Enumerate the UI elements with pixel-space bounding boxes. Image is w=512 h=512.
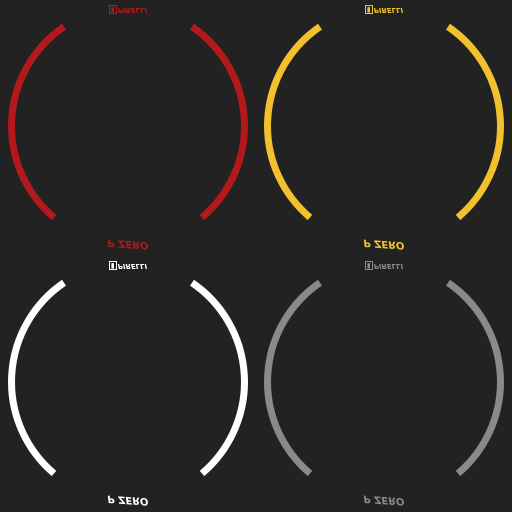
left-arc: [8, 279, 66, 477]
brand-logo-top: ▮ PIRELLI: [364, 4, 404, 15]
sidewall-arcs: [8, 23, 248, 221]
tire-variant-yellow: ▮ PIRELLI P ZERO: [256, 0, 512, 256]
sidewall-arcs: [8, 279, 248, 477]
tire-sidewall-texture-sheet: ▮ PIRELLI P ZERO ▮ PIRELLI P ZERO ▮ PIRELLI…: [0, 0, 512, 512]
brand-box-mark: ▮: [364, 5, 373, 14]
brand-top-text: PIRELLI: [373, 6, 404, 14]
tire-variant-white: ▮ PIRELLI P ZERO: [0, 256, 256, 512]
right-arc: [190, 279, 248, 477]
brand-logo-top: ▮ PIRELLI: [108, 260, 148, 271]
tire-variant-red: ▮ PIRELLI P ZERO: [0, 0, 256, 256]
brand-logo-top: ▮ PIRELLI: [364, 260, 404, 271]
right-arc: [446, 279, 504, 477]
brand-top-text: PIRELLI: [373, 262, 404, 270]
left-arc: [264, 279, 322, 477]
brand-logo-top: ▮ PIRELLI: [108, 4, 148, 15]
left-arc: [8, 23, 66, 221]
tire-variant-grey: ▮ PIRELLI P ZERO: [256, 256, 512, 512]
right-arc: [446, 23, 504, 221]
sidewall-arcs: [264, 23, 504, 221]
sidewall-arcs: [264, 279, 504, 477]
brand-box-mark: ▮: [364, 261, 373, 270]
brand-top-text: PIRELLI: [117, 262, 148, 270]
left-arc: [264, 23, 322, 221]
brand-top-text: PIRELLI: [117, 6, 148, 14]
brand-box-mark: ▮: [108, 5, 117, 14]
right-arc: [190, 23, 248, 221]
brand-box-mark: ▮: [108, 261, 117, 270]
